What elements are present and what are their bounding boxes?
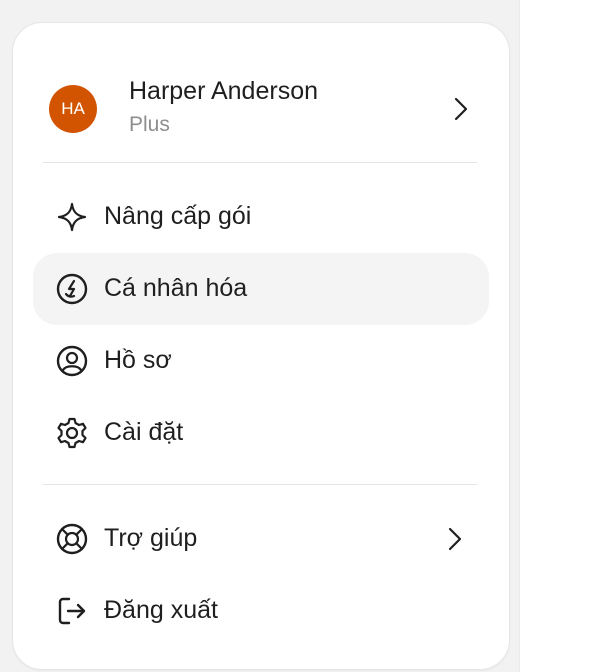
- menu-item-label: Trợ giúp: [104, 524, 198, 552]
- chevron-right-icon: [451, 96, 471, 122]
- menu-item-label: Cá nhân hóa: [104, 274, 248, 302]
- menu-item-label: Nâng cấp gói: [104, 202, 252, 230]
- menu-item-settings[interactable]: Cài đặt: [33, 397, 489, 469]
- menu-item-personalize[interactable]: Cá nhân hóa: [33, 253, 489, 325]
- sparkle-icon: [53, 198, 91, 236]
- personalize-icon: [53, 270, 91, 308]
- background-panel: [519, 0, 608, 672]
- logout-icon: [53, 592, 91, 630]
- avatar-initials: HA: [61, 99, 85, 118]
- menu-item-profile[interactable]: Hồ sơ: [33, 325, 489, 397]
- menu-item-label: Cài đặt: [104, 418, 184, 446]
- menu-item-help[interactable]: Trợ giúp: [33, 503, 489, 575]
- screen: HA Harper Anderson Plus Nâng cấp gói Cá …: [0, 0, 608, 672]
- lifebuoy-icon: [53, 520, 91, 558]
- profile-name: Harper Anderson: [129, 77, 319, 105]
- menu-item-upgrade[interactable]: Nâng cấp gói: [33, 181, 489, 253]
- menu-item-label: Đăng xuất: [104, 596, 218, 624]
- profile-plan: Plus: [129, 113, 170, 136]
- divider: [43, 162, 477, 163]
- profile-header[interactable]: HA Harper Anderson Plus: [33, 37, 489, 153]
- avatar: HA: [49, 85, 97, 133]
- user-circle-icon: [53, 342, 91, 380]
- gear-icon: [53, 414, 91, 452]
- chevron-right-icon: [445, 526, 465, 552]
- menu-item-logout[interactable]: Đăng xuất: [33, 575, 489, 647]
- menu-item-label: Hồ sơ: [104, 346, 172, 374]
- account-menu: HA Harper Anderson Plus Nâng cấp gói Cá …: [12, 22, 510, 670]
- divider: [43, 484, 477, 485]
